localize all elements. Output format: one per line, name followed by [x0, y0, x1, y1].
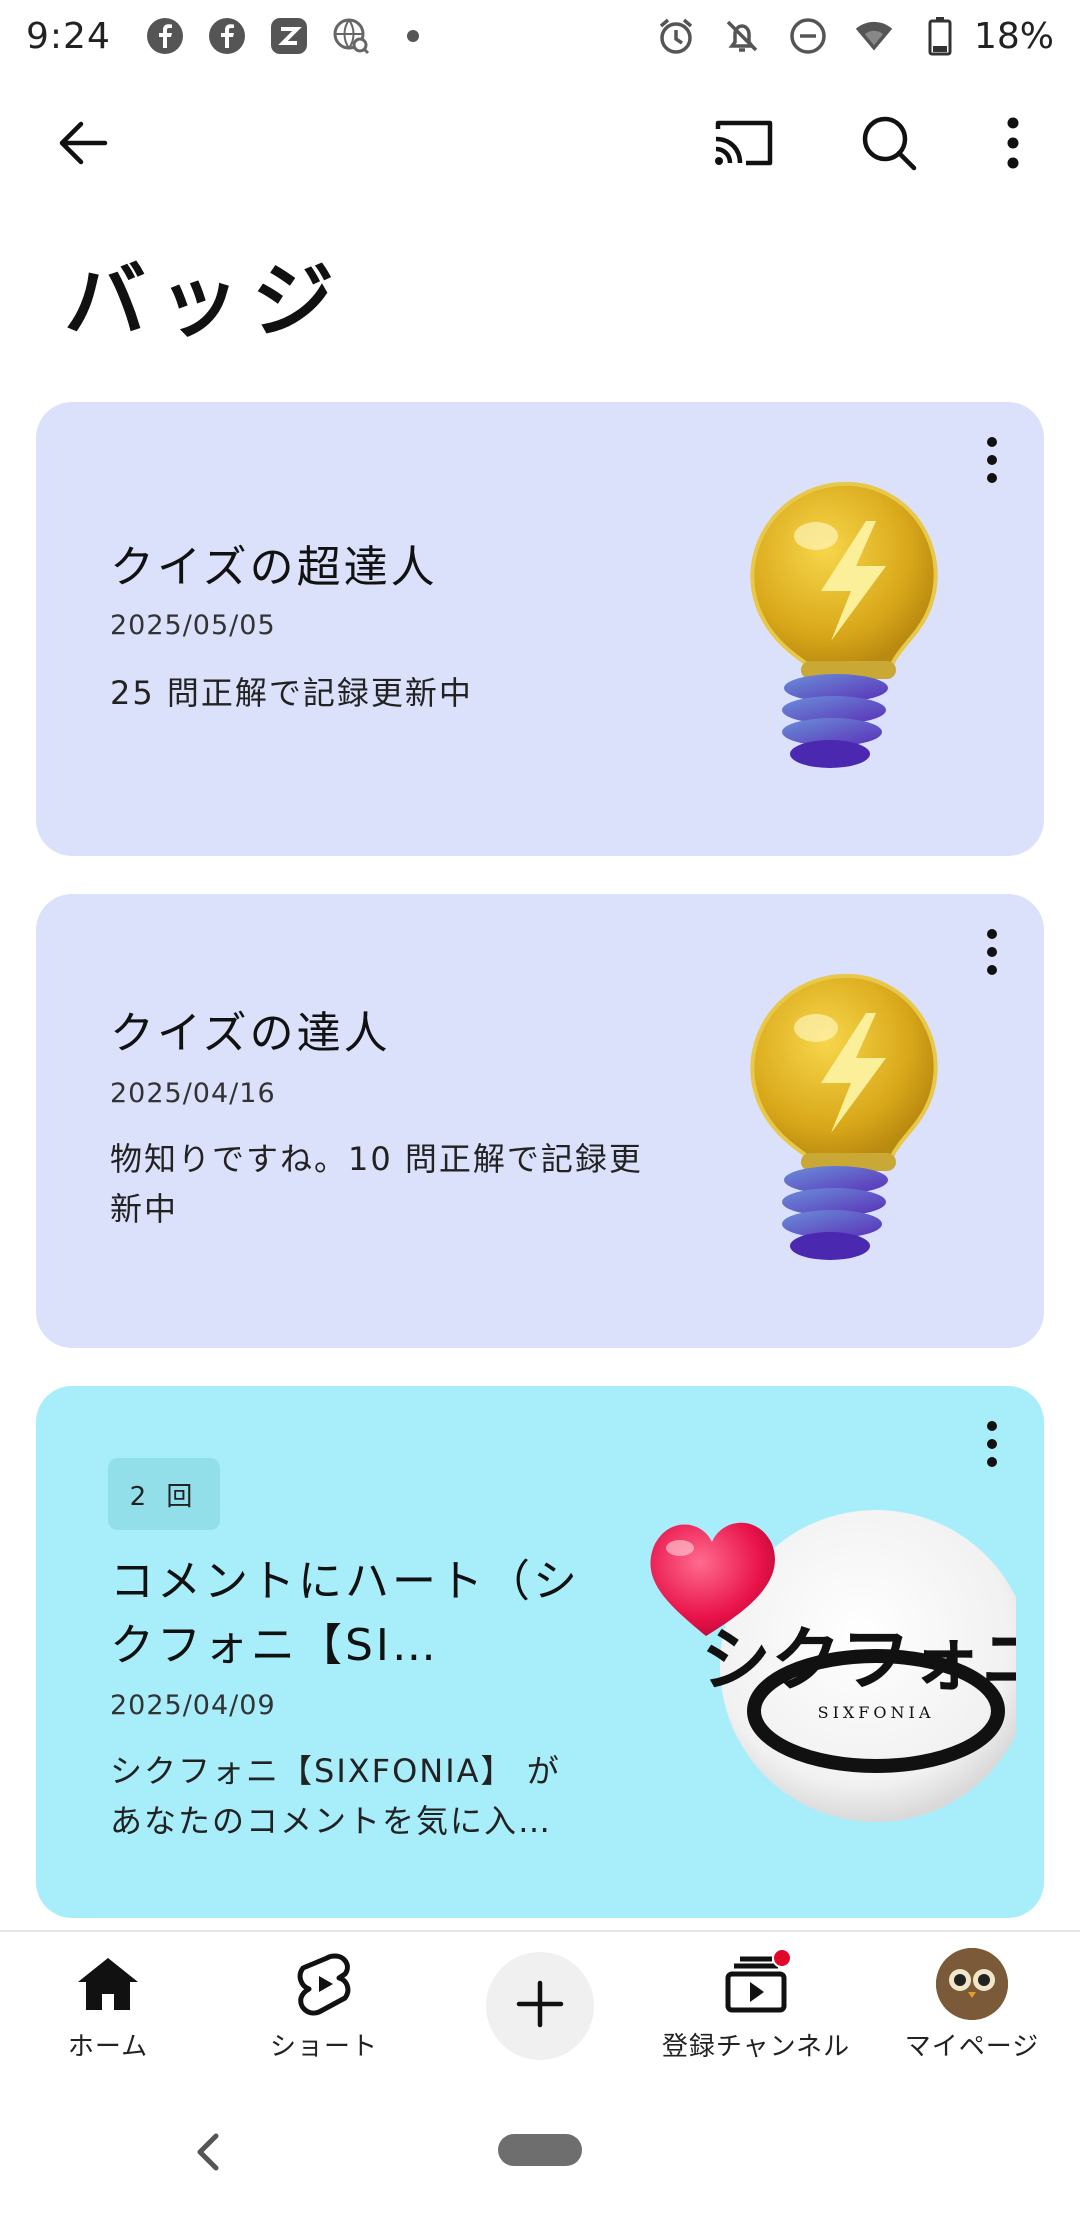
create-icon: [515, 1979, 565, 2033]
nav-label-shorts: ショート: [269, 2032, 378, 2062]
wifi-signal-icon: [854, 16, 894, 56]
bottom-navigation: ホーム ショート 登録チャンネル マイページ: [0, 1930, 1080, 2082]
card-more-button[interactable]: [970, 1416, 1014, 1476]
more-vert-icon: [1005, 117, 1021, 173]
status-notification-icons: [145, 16, 433, 56]
globe-search-icon: [331, 16, 371, 56]
system-back-button[interactable]: [188, 2128, 228, 2176]
status-system-icons: 18%: [656, 16, 1054, 57]
cast-button[interactable]: [712, 114, 774, 176]
badge-date: 2025/05/05: [110, 610, 276, 641]
status-bar: 9:24 18%: [0, 0, 1080, 72]
nav-item-home[interactable]: ホーム: [0, 1948, 216, 2068]
facebook-icon: [207, 16, 247, 56]
more-vert-icon: [986, 928, 998, 980]
badge-title: クイズの達人: [110, 1008, 391, 1059]
shorts-icon: [288, 1948, 360, 2020]
dot-icon: [393, 16, 433, 56]
dnd-icon: [788, 16, 828, 56]
badge-date: 2025/04/16: [110, 1078, 276, 1109]
battery-icon: [920, 16, 960, 56]
battery-percent: 18%: [973, 15, 1054, 57]
badge-description: シクフォニ【SIXFONIA】 があなたのコメントを気に入…: [110, 1752, 561, 1840]
more-vert-icon: [986, 1420, 998, 1472]
alarm-icon: [656, 16, 696, 56]
badge-title: クイズの超達人: [110, 542, 438, 593]
search-button[interactable]: [858, 114, 920, 176]
badge-title: コメントにハート（シクフォニ【SI…: [110, 1556, 580, 1671]
app-bar: [0, 100, 1080, 190]
avatar: [936, 1948, 1008, 2020]
card-more-button[interactable]: [970, 924, 1014, 984]
more-options-button[interactable]: [982, 114, 1044, 176]
nav-label-subscriptions: 登録チャンネル: [661, 2032, 851, 2062]
channel-logo-subtext: SIXFONIA: [818, 1703, 935, 1722]
lightbulb-badge-image: [726, 466, 966, 786]
nav-item-create[interactable]: [432, 1948, 648, 2068]
back-arrow-icon: [55, 115, 111, 175]
create-button[interactable]: [486, 1952, 594, 2060]
back-button[interactable]: [52, 114, 114, 176]
system-home-pill[interactable]: [498, 2134, 582, 2166]
notifications-off-icon: [722, 16, 762, 56]
badge-description: 25 問正解で記録更新中: [110, 674, 473, 712]
badge-description: 物知りですね。10 問正解で記録更新中: [110, 1140, 643, 1228]
search-icon: [860, 114, 918, 176]
badge-card[interactable]: クイズの達人 2025/04/16 物知りですね。10 問正解で記録更新中: [36, 894, 1044, 1348]
home-icon: [72, 1948, 144, 2020]
nav-item-subscriptions[interactable]: 登録チャンネル: [648, 1948, 864, 2068]
card-more-button[interactable]: [970, 432, 1014, 492]
badge-card[interactable]: 2 回 コメントにハート（シクフォニ【SI… 2025/04/09 シクフォニ【…: [36, 1386, 1051, 1918]
heart-channel-badge-image: シクフォニ SIXFONIA: [640, 1486, 1051, 1826]
system-navigation-bar: [0, 2082, 1080, 2220]
chevron-left-icon: [188, 2133, 228, 2180]
channel-logo-text: シクフォニ: [701, 1619, 1016, 1701]
badge-count-chip: 2 回: [108, 1458, 220, 1530]
badge-date: 2025/04/09: [110, 1690, 276, 1721]
badge-card[interactable]: クイズの超達人 2025/05/05 25 問正解で記録更新中: [36, 402, 1044, 856]
more-vert-icon: [986, 436, 998, 488]
subscriptions-icon: [720, 1948, 792, 2020]
notification-dot: [772, 1948, 792, 1968]
status-time: 9:24: [26, 15, 111, 57]
nav-item-you[interactable]: マイページ: [864, 1948, 1080, 2068]
nav-item-shorts[interactable]: ショート: [216, 1948, 432, 2068]
nav-label-home: ホーム: [67, 2032, 149, 2062]
facebook-icon: [145, 16, 185, 56]
lightbulb-badge-image: [726, 958, 966, 1278]
page-title: バッジ: [64, 254, 347, 349]
cast-icon: [712, 117, 774, 173]
zalo-icon: [269, 16, 309, 56]
nav-label-you: マイページ: [904, 2032, 1040, 2062]
